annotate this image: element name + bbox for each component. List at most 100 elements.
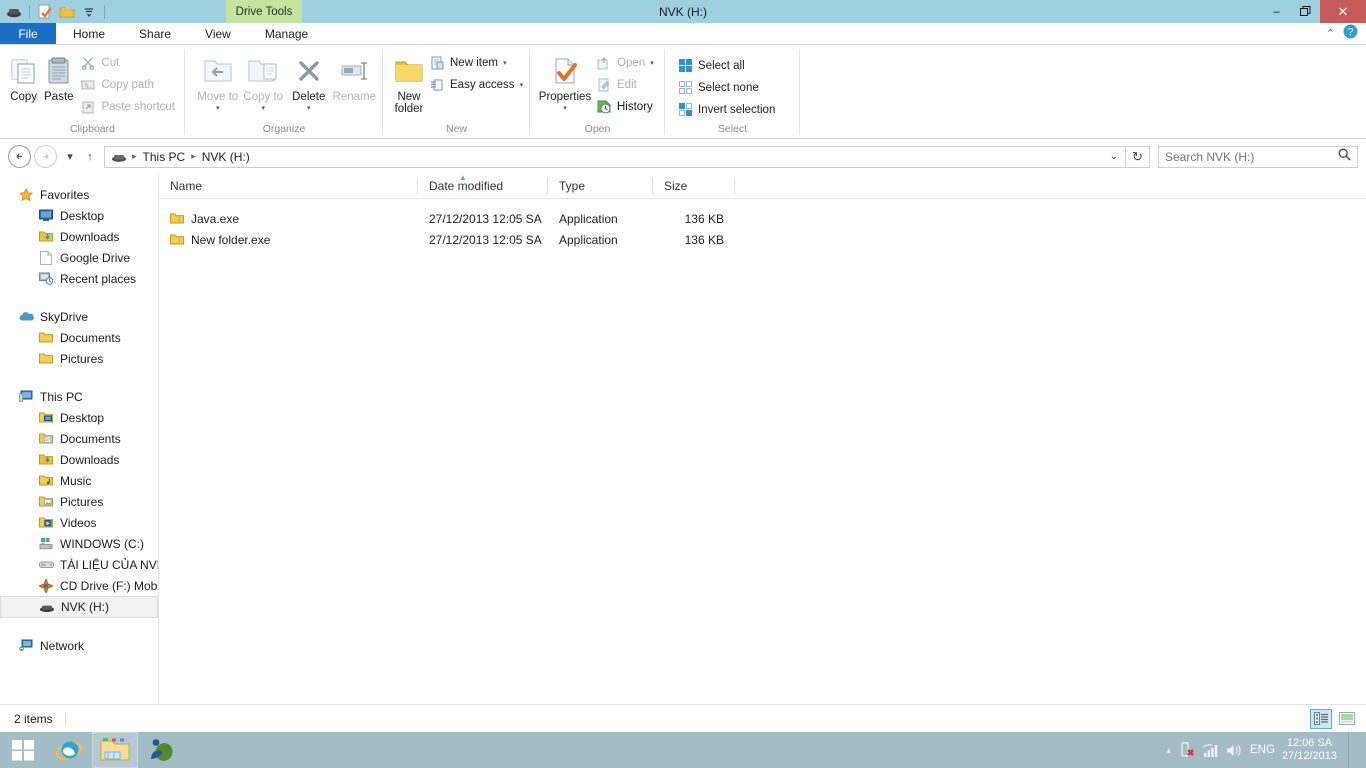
column-header-name[interactable]: Name	[159, 173, 418, 199]
tab-share[interactable]: Share	[122, 23, 189, 44]
sidebar-item-desktop[interactable]: Desktop	[0, 205, 158, 226]
invert-selection-button[interactable]: Invert selection	[673, 99, 779, 120]
tab-manage[interactable]: Manage	[247, 23, 326, 44]
window-buttons[interactable]: – ✕	[1262, 0, 1366, 23]
column-header-type[interactable]: Type	[548, 173, 653, 199]
column-headers[interactable]: Name Date modified Type Size ▲	[159, 173, 1366, 199]
sidebar-item-this-pc[interactable]: This PC	[0, 386, 158, 407]
properties-button[interactable]: Properties ▾	[538, 49, 592, 115]
file-explorer-button[interactable]	[92, 732, 138, 768]
search-input[interactable]	[1165, 149, 1338, 164]
help-icon[interactable]: ?	[1343, 24, 1358, 44]
history-button[interactable]: History	[592, 96, 658, 117]
sidebar-item-pc-pictures[interactable]: Pictures	[0, 491, 158, 512]
easy-access-button[interactable]: Easy access ▾	[425, 74, 527, 95]
ribbon[interactable]: Copy Paste Cut \\.. Copy path Paste shor…	[0, 45, 1366, 139]
file-name-cell[interactable]: Java.exe	[159, 208, 418, 229]
paste-button[interactable]: Paste	[41, 49, 76, 103]
sidebar-item-skydrive-documents[interactable]: Documents	[0, 327, 158, 348]
wifi-icon[interactable]	[1202, 743, 1219, 758]
copy-to-button[interactable]: Copy to ▾	[241, 49, 287, 115]
chevron-down-icon[interactable]: ▾	[216, 103, 220, 115]
sidebar-item-pc-videos[interactable]: Videos	[0, 512, 158, 533]
forward-button[interactable]	[34, 145, 57, 168]
move-to-button[interactable]: Move to ▾	[195, 49, 241, 115]
sidebar-item-skydrive-pictures[interactable]: Pictures	[0, 348, 158, 369]
properties-icon[interactable]	[35, 2, 55, 21]
navigation-pane[interactable]: Favorites Desktop Downloads Google Drive…	[0, 173, 159, 704]
sidebar-item-pc-downloads[interactable]: Downloads	[0, 449, 158, 470]
sidebar-item-recent-places[interactable]: Recent places	[0, 268, 158, 289]
sidebar-item-google-drive[interactable]: Google Drive	[0, 247, 158, 268]
up-button[interactable]: ↑	[80, 145, 100, 168]
file-list-pane[interactable]: Name Date modified Type Size ▲ Java.exe …	[159, 173, 1366, 704]
volume-icon[interactable]	[1226, 743, 1243, 758]
table-row[interactable]: New folder.exe 27/12/2013 12:05 SA Appli…	[159, 229, 1366, 250]
open-button[interactable]: Open ▾	[592, 52, 658, 73]
new-folder-button[interactable]: New folder	[393, 49, 425, 115]
sidebar-item-nvk-h[interactable]: NVK (H:)	[0, 596, 158, 618]
taskbar[interactable]: ▴ ENG 12:06 SA 27/12/2013	[0, 732, 1366, 768]
search-box[interactable]	[1158, 145, 1358, 168]
sidebar-item-network[interactable]: Network	[0, 635, 158, 656]
sidebar-item-pc-desktop[interactable]: Desktop	[0, 407, 158, 428]
collapse-ribbon-icon[interactable]: ⌃	[1326, 27, 1335, 40]
search-icon[interactable]	[1338, 148, 1351, 166]
internet-explorer-button[interactable]	[46, 732, 92, 768]
sidebar-item-skydrive[interactable]: SkyDrive	[0, 306, 158, 327]
refresh-button[interactable]: ↻	[1126, 145, 1150, 168]
ribbon-tabstrip[interactable]: File Home Share View Manage ⌃ ?	[0, 23, 1366, 45]
chevron-down-icon[interactable]: ⌄	[1110, 151, 1121, 162]
rename-button[interactable]: Rename	[332, 49, 378, 103]
delete-button[interactable]: Delete ▾	[286, 49, 332, 115]
copy-button[interactable]: Copy	[6, 49, 41, 103]
contextual-tab-drive-tools[interactable]: Drive Tools	[226, 0, 302, 23]
chevron-down-icon[interactable]: ▾	[307, 103, 311, 115]
breadcrumb-item-nvk[interactable]: NVK (H:)	[199, 150, 253, 164]
close-button[interactable]: ✕	[1320, 0, 1366, 23]
sidebar-item-tai-lieu-drive[interactable]: TÀI LIỆU CỦA NVK (I	[0, 554, 158, 575]
chevron-down-icon[interactable]: ▾	[520, 81, 524, 89]
show-desktop-button[interactable]	[1348, 732, 1358, 768]
language-indicator[interactable]: ENG	[1250, 744, 1275, 756]
large-icons-view-button[interactable]	[1336, 709, 1358, 729]
new-item-button[interactable]: New item ▾	[425, 52, 527, 73]
copy-path-button[interactable]: \\.. Copy path	[76, 74, 179, 95]
minimize-button[interactable]: –	[1262, 0, 1291, 23]
breadcrumb-item-this-pc[interactable]: This PC	[140, 150, 189, 164]
back-button[interactable]	[8, 145, 31, 168]
tab-view[interactable]: View	[188, 23, 248, 44]
paste-shortcut-button[interactable]: Paste shortcut	[76, 96, 179, 117]
sidebar-item-pc-music[interactable]: Music	[0, 470, 158, 491]
edit-button[interactable]: Edit	[592, 74, 658, 95]
column-header-date-modified[interactable]: Date modified	[418, 173, 548, 199]
table-row[interactable]: Java.exe 27/12/2013 12:05 SA Application…	[159, 208, 1366, 229]
file-name-cell[interactable]: New folder.exe	[159, 229, 418, 250]
tab-home[interactable]: Home	[56, 23, 123, 44]
file-rows[interactable]: Java.exe 27/12/2013 12:05 SA Application…	[159, 199, 1366, 250]
network-disconnected-icon[interactable]	[1178, 742, 1195, 758]
start-button[interactable]	[0, 732, 46, 768]
select-all-button[interactable]: Select all	[673, 55, 779, 76]
chevron-down-icon[interactable]: ▾	[261, 103, 265, 115]
breadcrumb-separator[interactable]: ▸	[188, 151, 199, 162]
cut-button[interactable]: Cut	[76, 52, 179, 73]
chevron-down-icon[interactable]: ▾	[563, 103, 567, 115]
chevron-down-icon[interactable]: ▾	[650, 59, 654, 67]
customize-qat-icon[interactable]	[79, 2, 99, 21]
details-view-button[interactable]	[1310, 708, 1332, 729]
sidebar-item-cd-drive-f[interactable]: CD Drive (F:) Mobile	[0, 575, 158, 596]
quick-access-toolbar[interactable]	[0, 0, 108, 23]
title-bar[interactable]: Drive Tools NVK (H:) – ✕	[0, 0, 1366, 23]
restore-button[interactable]	[1291, 0, 1320, 23]
sidebar-item-downloads[interactable]: Downloads	[0, 226, 158, 247]
select-none-button[interactable]: Select none	[673, 77, 779, 98]
new-folder-icon[interactable]	[57, 2, 77, 21]
address-bar[interactable]: ▾ ↑ ▸ This PC ▸ NVK (H:) ⌄ ↻	[0, 140, 1366, 173]
view-buttons[interactable]	[1310, 708, 1358, 729]
sidebar-item-pc-documents[interactable]: Documents	[0, 428, 158, 449]
chevron-down-icon[interactable]: ▾	[503, 59, 507, 67]
breadcrumb-separator[interactable]: ▸	[129, 151, 140, 162]
breadcrumb[interactable]: ▸ This PC ▸ NVK (H:) ⌄	[104, 145, 1126, 168]
clock[interactable]: 12:06 SA 27/12/2013	[1282, 737, 1337, 763]
